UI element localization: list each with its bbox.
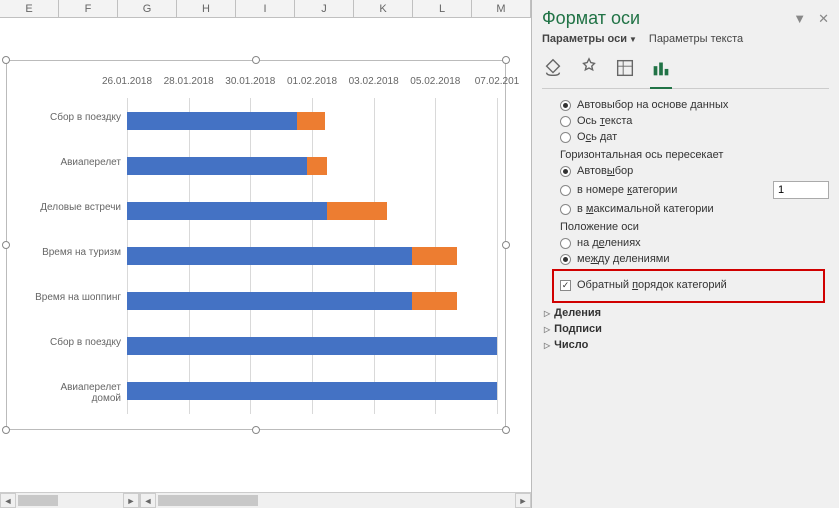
col-G[interactable]: G [118,0,177,17]
fill-icon[interactable] [542,57,564,82]
y-category-label[interactable]: Авиаперелет [33,157,121,168]
radio-auto-data[interactable]: Автовыбор на основе данных [560,99,829,111]
scroll-right-icon[interactable]: ► [123,493,139,508]
column-headers[interactable]: E F G H I J K L M [0,0,531,18]
tab-text-options[interactable]: Параметры текста [649,33,743,45]
col-F[interactable]: F [59,0,118,17]
tab-axis-options[interactable]: Параметры оси▼ [542,33,637,45]
tab-scroll[interactable]: ◄ ► [0,493,140,508]
section-number[interactable]: ▷Число [544,339,829,351]
col-J[interactable]: J [295,0,354,17]
resize-handle[interactable] [502,426,510,434]
plot-area[interactable]: 26.01.2018 28.01.2018 30.01.2018 01.02.2018… [37,76,497,414]
y-category-label[interactable]: Авиаперелет домой [33,382,121,404]
size-icon[interactable] [614,57,636,82]
x-tick-label: 01.02.2018 [287,76,337,87]
radio-pos-between[interactable]: между делениями [560,253,829,265]
reverse-order-highlight: Обратный порядок категорий [552,269,825,303]
resize-handle[interactable] [502,56,510,64]
label-cross-header: Горизонтальная ось пересекает [542,149,829,161]
bar-segment-1[interactable] [127,292,412,310]
label-pos-header: Положение оси [542,221,829,233]
col-M[interactable]: M [472,0,531,17]
x-tick-label: 03.02.2018 [349,76,399,87]
bar-segment-1[interactable] [127,337,497,355]
y-category-label[interactable]: Время на шоппинг [33,292,121,303]
col-H[interactable]: H [177,0,236,17]
close-icon[interactable]: ✕ [818,11,829,27]
x-tick-label: 26.01.2018 [102,76,152,87]
effects-icon[interactable] [578,57,600,82]
resize-handle[interactable] [2,241,10,249]
radio-date-axis[interactable]: Ось дат [560,131,829,143]
bar-segment-2[interactable] [327,202,387,220]
format-axis-pane: Формат оси ▼ ✕ Параметры оси▼ Параметры … [532,0,839,508]
h-scrollbar[interactable]: ◄ ► [140,493,531,508]
x-tick-label: 05.02.2018 [410,76,460,87]
cross-category-input[interactable] [773,181,829,199]
bars [127,98,497,414]
radio-cross-at-category[interactable]: в номере категории [560,181,829,199]
pane-title: Формат оси [542,8,640,29]
scroll-left-icon[interactable]: ◄ [140,493,156,508]
bar-segment-1[interactable] [127,247,412,265]
bar-segment-2[interactable] [412,247,457,265]
y-category-label[interactable]: Сбор в поездку [33,112,121,123]
resize-handle[interactable] [2,56,10,64]
section-tick-marks[interactable]: ▷Деления [544,307,829,319]
checkbox-reverse-order[interactable]: Обратный порядок категорий [560,279,817,291]
radio-text-axis[interactable]: Ось текста [560,115,829,127]
radio-cross-auto[interactable]: Автовыбор [560,165,829,177]
scroll-right-icon[interactable]: ► [515,493,531,508]
x-tick-label: 28.01.2018 [164,76,214,87]
bar-segment-2[interactable] [412,292,457,310]
col-K[interactable]: K [354,0,413,17]
scroll-thumb[interactable] [158,495,258,506]
worksheet-area[interactable]: E F G H I J K L M 26.01.2018 28.01.2018 30… [0,0,532,508]
bar-segment-1[interactable] [127,382,497,400]
pane-menu-icon[interactable]: ▼ [793,11,806,26]
x-tick-label: 07.02.201 [475,76,520,87]
y-category-label[interactable]: Деловые встречи [33,202,121,213]
axis-options-icon[interactable] [650,57,672,82]
bar-segment-1[interactable] [127,157,307,175]
radio-pos-on[interactable]: на делениях [560,237,829,249]
col-E[interactable]: E [0,0,59,17]
chart-object[interactable]: 26.01.2018 28.01.2018 30.01.2018 01.02.2018… [6,60,506,430]
resize-handle[interactable] [252,426,260,434]
radio-cross-at-max[interactable]: в максимальной категории [560,203,829,215]
col-I[interactable]: I [236,0,295,17]
resize-handle[interactable] [502,241,510,249]
y-axis[interactable]: Сбор в поездкуАвиаперелетДеловые встречи… [37,98,125,414]
resize-handle[interactable] [2,426,10,434]
section-labels[interactable]: ▷Подписи [544,323,829,335]
x-axis[interactable]: 26.01.201828.01.201830.01.201801.02.2018… [127,76,497,94]
resize-handle[interactable] [252,56,260,64]
scrollbar-row: ◄ ► ◄ ► [0,492,531,508]
scroll-thumb[interactable] [18,495,58,506]
bar-segment-2[interactable] [297,112,325,130]
bar-segment-2[interactable] [307,157,327,175]
scroll-left-icon[interactable]: ◄ [0,493,16,508]
bar-segment-1[interactable] [127,112,297,130]
y-category-label[interactable]: Время на туризм [33,247,121,258]
x-tick-label: 30.01.2018 [225,76,275,87]
bar-segment-1[interactable] [127,202,327,220]
col-L[interactable]: L [413,0,472,17]
y-category-label[interactable]: Сбор в поездку [33,337,121,348]
